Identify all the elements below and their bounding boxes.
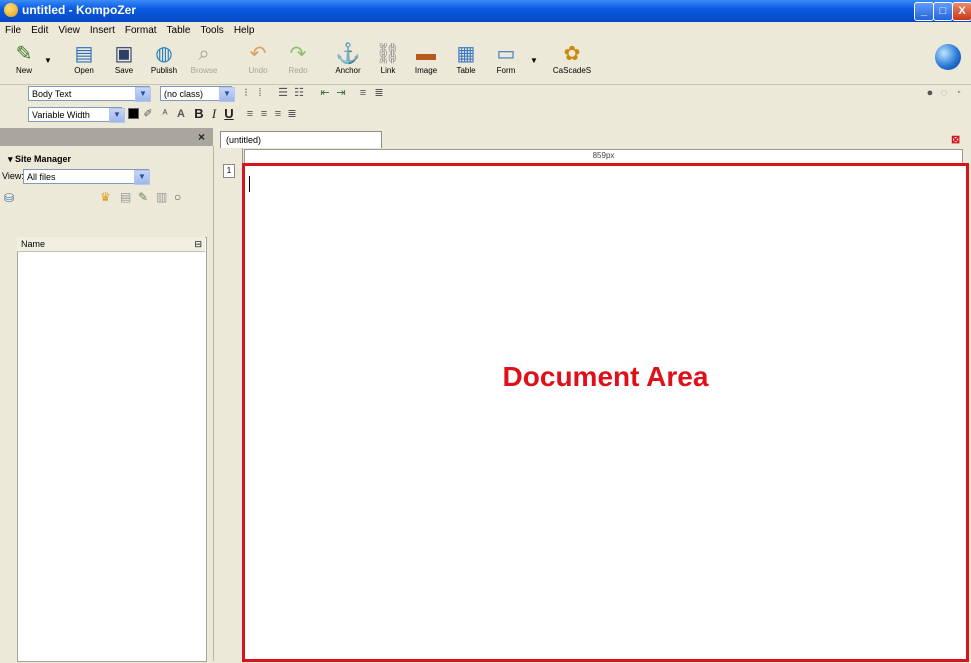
undo-icon: ↶	[249, 43, 267, 65]
document-tab[interactable]: (untitled)	[220, 131, 382, 148]
open-icon: ▤	[74, 43, 94, 65]
format-toolbar-1: Body Text ▼ (no class) ▼ ⁝ ⁞ ☰ ☷ ⇤ ⇥ ≡ ≣…	[0, 85, 971, 103]
site-manager-title: ▾ Site Manager	[8, 154, 72, 164]
menu-help[interactable]: Help	[229, 25, 260, 36]
redo-icon: ↷	[289, 43, 307, 65]
menu-table[interactable]: Table	[162, 25, 196, 36]
image-icon: ▬	[416, 43, 436, 65]
view-filter-dropdown-icon[interactable]: ▼	[134, 170, 150, 185]
paragraph-format-dropdown-icon[interactable]: ▼	[135, 87, 151, 102]
site-file-tree[interactable]	[17, 237, 207, 662]
menu-insert[interactable]: Insert	[85, 25, 120, 36]
justify-button[interactable]: ≣	[286, 106, 298, 122]
browser-globe-icon[interactable]	[935, 44, 961, 70]
menu-edit[interactable]: Edit	[26, 25, 53, 36]
refresh-icon[interactable]: ○	[174, 190, 181, 204]
smaller-font-icon[interactable]: ᴬ	[158, 106, 172, 122]
collapse-icon[interactable]: ▾	[8, 154, 15, 164]
bold-button[interactable]: B	[192, 106, 206, 122]
text-color-swatch[interactable]	[128, 108, 139, 119]
line-gutter: 1	[220, 148, 243, 662]
font-select[interactable]: Variable Width	[28, 107, 122, 122]
redo-button[interactable]: ↷ Redo	[276, 40, 320, 80]
anchor-button[interactable]: ⚓ Anchor	[326, 40, 370, 80]
name-column-header[interactable]: Name ⊟	[17, 237, 205, 252]
menu-format[interactable]: Format	[120, 25, 162, 36]
italic-button[interactable]: I	[208, 106, 220, 122]
larger-font-icon[interactable]: A	[174, 106, 188, 122]
align-left-icon[interactable]: ≡	[356, 85, 370, 101]
table-button[interactable]: ▦ Table	[444, 40, 488, 80]
open-button[interactable]: ▤ Open	[62, 40, 106, 80]
new-button[interactable]: ✎ New	[2, 40, 46, 80]
form-dropdown-icon[interactable]: ▼	[530, 56, 538, 65]
align-left-button[interactable]: ≡	[244, 106, 256, 122]
view-label: View:	[2, 171, 24, 181]
line-number: 1	[223, 164, 235, 178]
text-caret	[249, 176, 250, 192]
new-dropdown-icon[interactable]: ▼	[44, 56, 52, 65]
menu-tools[interactable]: Tools	[195, 25, 228, 36]
format-toolbar-2: Variable Width ▼ ✐ ᴬ A B I U ≡ ≡ ≡ ≣	[0, 105, 971, 125]
minimize-button[interactable]: _	[914, 2, 934, 21]
underline-button[interactable]: U	[222, 106, 236, 122]
menu-file[interactable]: File	[0, 25, 26, 36]
edit-site-icon[interactable]: ▤	[120, 190, 131, 204]
numbered-list-icon[interactable]: ⁝	[240, 85, 252, 101]
undo-button[interactable]: ↶ Undo	[236, 40, 280, 80]
source-mode-icon[interactable]: ◔	[952, 85, 964, 101]
cascades-icon: ✿	[563, 43, 581, 65]
maximize-button[interactable]: □	[933, 2, 953, 21]
composition-toolbar: ✎ New ▼ ▤ Open ▣ Save ◍ Publish ⌕ Browse ↶ Und…	[0, 38, 971, 85]
indent-list-icon[interactable]: ☰	[276, 85, 290, 101]
anchor-icon: ⚓	[335, 43, 361, 65]
browse-icon: ⌕	[198, 43, 210, 65]
sidebar-header: ×	[0, 128, 213, 146]
save-icon: ▣	[114, 43, 134, 65]
highlight-icon[interactable]: ✐	[142, 106, 154, 122]
outdent-icon[interactable]: ⇤	[318, 85, 332, 101]
align-justify-icon[interactable]: ≣	[372, 85, 386, 101]
column-picker-icon[interactable]: ⊟	[194, 237, 202, 251]
bullet-list-icon[interactable]: ⁞	[254, 85, 266, 101]
align-right-button[interactable]: ≡	[272, 106, 284, 122]
width-ruler: 859px	[244, 149, 963, 164]
app-icon[interactable]	[4, 3, 18, 17]
close-tab-icon[interactable]: ⊠	[951, 133, 960, 146]
close-button[interactable]: X	[952, 2, 971, 21]
paragraph-format-select[interactable]: Body Text	[28, 86, 150, 101]
align-center-button[interactable]: ≡	[258, 106, 270, 122]
browse-button[interactable]: ⌕ Browse	[182, 40, 226, 80]
delete-icon[interactable]: ▥	[156, 190, 167, 204]
menu-view[interactable]: View	[53, 25, 85, 36]
table-icon: ▦	[456, 43, 476, 65]
form-button[interactable]: ▭ Form	[484, 40, 528, 80]
image-button[interactable]: ▬ Image	[404, 40, 448, 80]
edit-file-icon[interactable]: ✎	[138, 190, 148, 204]
window-title: untitled - KompoZer	[22, 3, 136, 17]
new-site-icon[interactable]: ♛	[100, 190, 111, 204]
save-button[interactable]: ▣ Save	[102, 40, 146, 80]
new-icon: ✎	[15, 43, 33, 65]
document-edit-area[interactable]: Document Area	[242, 163, 969, 662]
view-filter-select[interactable]: All files	[23, 169, 149, 184]
sidebar-close-icon[interactable]: ×	[198, 130, 205, 144]
publish-button[interactable]: ◍ Publish	[142, 40, 186, 80]
indent-icon[interactable]: ⇥	[334, 85, 348, 101]
class-dropdown-icon[interactable]: ▼	[219, 87, 235, 102]
font-dropdown-icon[interactable]: ▼	[109, 108, 125, 123]
document-area-label: Document Area	[502, 361, 709, 392]
site-icon[interactable]: ⛁	[4, 191, 14, 205]
publish-icon: ◍	[155, 43, 173, 65]
zoom-icon[interactable]: ●	[924, 85, 936, 101]
menu-bar: File Edit View Insert Format Table Tools…	[0, 22, 971, 38]
title-bar: untitled - KompoZer _ □ X	[0, 0, 971, 22]
outdent-list-icon[interactable]: ☷	[292, 85, 306, 101]
cascades-button[interactable]: ✿ CaScadeS	[550, 40, 594, 80]
form-icon: ▭	[496, 43, 516, 65]
edit-mode-icon[interactable]: ◌	[938, 85, 950, 101]
